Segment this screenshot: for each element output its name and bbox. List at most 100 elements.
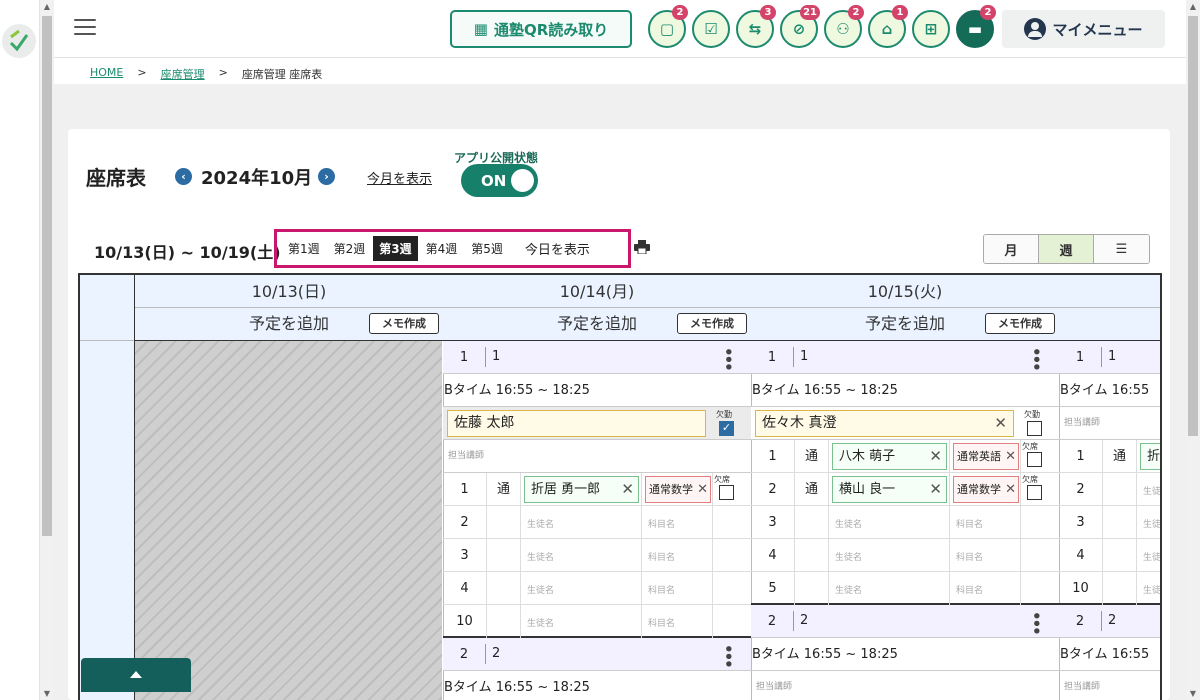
student-placeholder[interactable]: 生徒名 (1143, 517, 1160, 530)
student-placeholder[interactable]: 生徒名 (527, 550, 554, 563)
subject-field[interactable]: 通常英語 ✕ (953, 443, 1019, 470)
my-menu-button[interactable]: マイメニュー (1002, 10, 1165, 48)
clear-icon[interactable]: ✕ (1005, 477, 1016, 502)
week-tab-1[interactable]: 第1週 (282, 236, 326, 261)
app-logo-icon[interactable] (2, 24, 36, 58)
slot-number: 1 (767, 349, 777, 365)
next-month-icon[interactable]: › (318, 168, 335, 185)
absent-checkbox[interactable] (1027, 421, 1042, 436)
clear-icon[interactable]: ✕ (621, 477, 634, 502)
memo-button[interactable]: メモ作成 (677, 313, 747, 334)
month-view-button[interactable]: 月 (984, 235, 1039, 263)
week-tab-5[interactable]: 第5週 (465, 236, 509, 261)
student-field[interactable]: 八木 萌子 ✕ (832, 443, 947, 470)
show-this-month-link[interactable]: 今月を表示 (367, 168, 432, 187)
left-scrollbar[interactable]: ▲ ▼ (40, 0, 54, 700)
clear-icon[interactable]: ✕ (929, 477, 942, 502)
list-view-icon[interactable]: ☰ (1094, 235, 1149, 263)
memo-button[interactable]: メモ作成 (369, 313, 439, 334)
clear-icon[interactable]: ✕ (994, 411, 1007, 436)
subject-placeholder[interactable]: 科目名 (648, 616, 675, 629)
teacher-name: 佐々木 真澄 (762, 415, 837, 431)
group-icon[interactable]: ⚇ 2 (824, 5, 864, 48)
subject-placeholder[interactable]: 科目名 (956, 517, 983, 530)
add-schedule[interactable]: 予定を追加 メモ作成 (135, 308, 443, 341)
no-entry-icon[interactable]: ⊘ 21 (780, 5, 820, 48)
badge-count: 2 (672, 5, 688, 20)
student-placeholder[interactable]: 生徒名 (1143, 484, 1160, 497)
seat-row: 4 生徒名 科目名 (443, 572, 751, 605)
student-placeholder[interactable]: 生徒名 (835, 550, 862, 563)
clear-icon[interactable]: ✕ (1005, 444, 1016, 469)
slot-header: 1 1 (1059, 341, 1160, 374)
seat-number: 10 (1059, 572, 1103, 605)
add-schedule[interactable]: 予定を追加 メモ作成 (751, 308, 1059, 341)
teacher-field[interactable]: 佐藤 太郎 (447, 410, 706, 437)
left-label-column (80, 275, 135, 700)
subject-placeholder[interactable]: 科目名 (956, 550, 983, 563)
absent-checkbox[interactable] (1027, 452, 1042, 467)
chat-icon[interactable]: ▢ 2 (648, 5, 688, 48)
absent-checkbox[interactable]: ✓ (719, 421, 734, 436)
prev-month-icon[interactable]: ‹ (175, 168, 192, 185)
qr-scan-button[interactable]: ▦ 通塾QR読み取り (450, 10, 632, 48)
subject-placeholder[interactable]: 科目名 (648, 583, 675, 596)
breadcrumb-seat-management[interactable]: 座席管理 (161, 66, 205, 82)
clear-icon[interactable]: ✕ (697, 477, 708, 502)
seat-number: 5 (751, 572, 795, 605)
student-placeholder[interactable]: 生徒名 (527, 583, 554, 596)
seat-number: 4 (751, 539, 795, 572)
breadcrumb-home[interactable]: HOME (90, 66, 123, 82)
student-placeholder[interactable]: 生徒名 (527, 517, 554, 530)
student-field[interactable]: 折 (1140, 443, 1160, 470)
student-field[interactable]: 横山 良一 ✕ (832, 476, 947, 503)
absent-checkbox[interactable] (1027, 485, 1042, 500)
subject-placeholder[interactable]: 科目名 (648, 517, 675, 530)
more-options-icon[interactable]: ••• (719, 347, 737, 370)
subject-field[interactable]: 通常数学 ✕ (645, 476, 711, 503)
collapse-panel-button[interactable] (81, 658, 191, 692)
week-view-button[interactable]: 週 (1039, 235, 1094, 263)
memo-button[interactable]: メモ作成 (985, 313, 1055, 334)
subject-field[interactable]: 通常数学 ✕ (953, 476, 1019, 503)
student-placeholder[interactable]: 生徒名 (835, 583, 862, 596)
student-placeholder[interactable]: 生徒名 (1143, 550, 1160, 563)
time-slot: Bタイム 16:55 (1059, 638, 1160, 671)
teacher-row: 佐々木 真澄 ✕ 欠勤 (751, 407, 1059, 440)
print-icon[interactable] (634, 240, 650, 254)
day-column-sun: 10/13(日) 予定を追加 メモ作成 (135, 275, 444, 700)
week-tab-2[interactable]: 第2週 (328, 236, 372, 261)
teacher-field[interactable]: 佐々木 真澄 ✕ (755, 410, 1014, 437)
room-number: 2 (793, 611, 808, 631)
seat-calendar: 10/13(日) 予定を追加 メモ作成 10/14(月) 予定を追加 メモ作成 1 … (78, 273, 1162, 700)
subject-placeholder[interactable]: 科目名 (648, 550, 675, 563)
clear-icon[interactable]: ✕ (929, 444, 942, 469)
badge-count: 1 (892, 5, 908, 20)
student-placeholder[interactable]: 生徒名 (527, 616, 554, 629)
subject-placeholder[interactable]: 科目名 (956, 583, 983, 596)
gift-icon[interactable]: ⊞ (912, 10, 950, 48)
week-tab-3[interactable]: 第3週 (373, 236, 418, 261)
more-options-icon[interactable]: ••• (1027, 347, 1045, 370)
seat-row: 10 生徒名 (1059, 572, 1160, 605)
page-scrollbar[interactable]: ▲ ▼ (1186, 0, 1200, 700)
add-schedule[interactable] (1059, 308, 1160, 341)
student-placeholder[interactable]: 生徒名 (1143, 583, 1160, 596)
more-options-icon[interactable]: ••• (1027, 611, 1045, 634)
absent-checkbox[interactable] (719, 485, 734, 500)
message-icon[interactable]: ▬ 2 (956, 5, 996, 48)
hamburger-menu-icon[interactable] (74, 19, 96, 37)
add-schedule[interactable]: 予定を追加 メモ作成 (443, 308, 751, 341)
arrows-in-icon[interactable]: ⇆ 3 (736, 5, 776, 48)
week-tab-4[interactable]: 第4週 (420, 236, 464, 261)
checklist-icon[interactable]: ☑ (692, 10, 730, 48)
bank-icon[interactable]: ⌂ 1 (868, 5, 908, 48)
student-placeholder[interactable]: 生徒名 (835, 517, 862, 530)
show-today-button[interactable]: 今日を表示 (519, 235, 596, 262)
more-options-icon[interactable]: ••• (719, 644, 737, 667)
teacher-placeholder: 担当講師 (1059, 671, 1160, 700)
time-slot: Bタイム 16:55 ~ 18:25 (443, 671, 751, 700)
closed-day-area (135, 341, 442, 700)
student-field[interactable]: 折居 勇一郎 ✕ (524, 476, 639, 503)
app-publish-toggle[interactable]: ON (461, 164, 538, 197)
